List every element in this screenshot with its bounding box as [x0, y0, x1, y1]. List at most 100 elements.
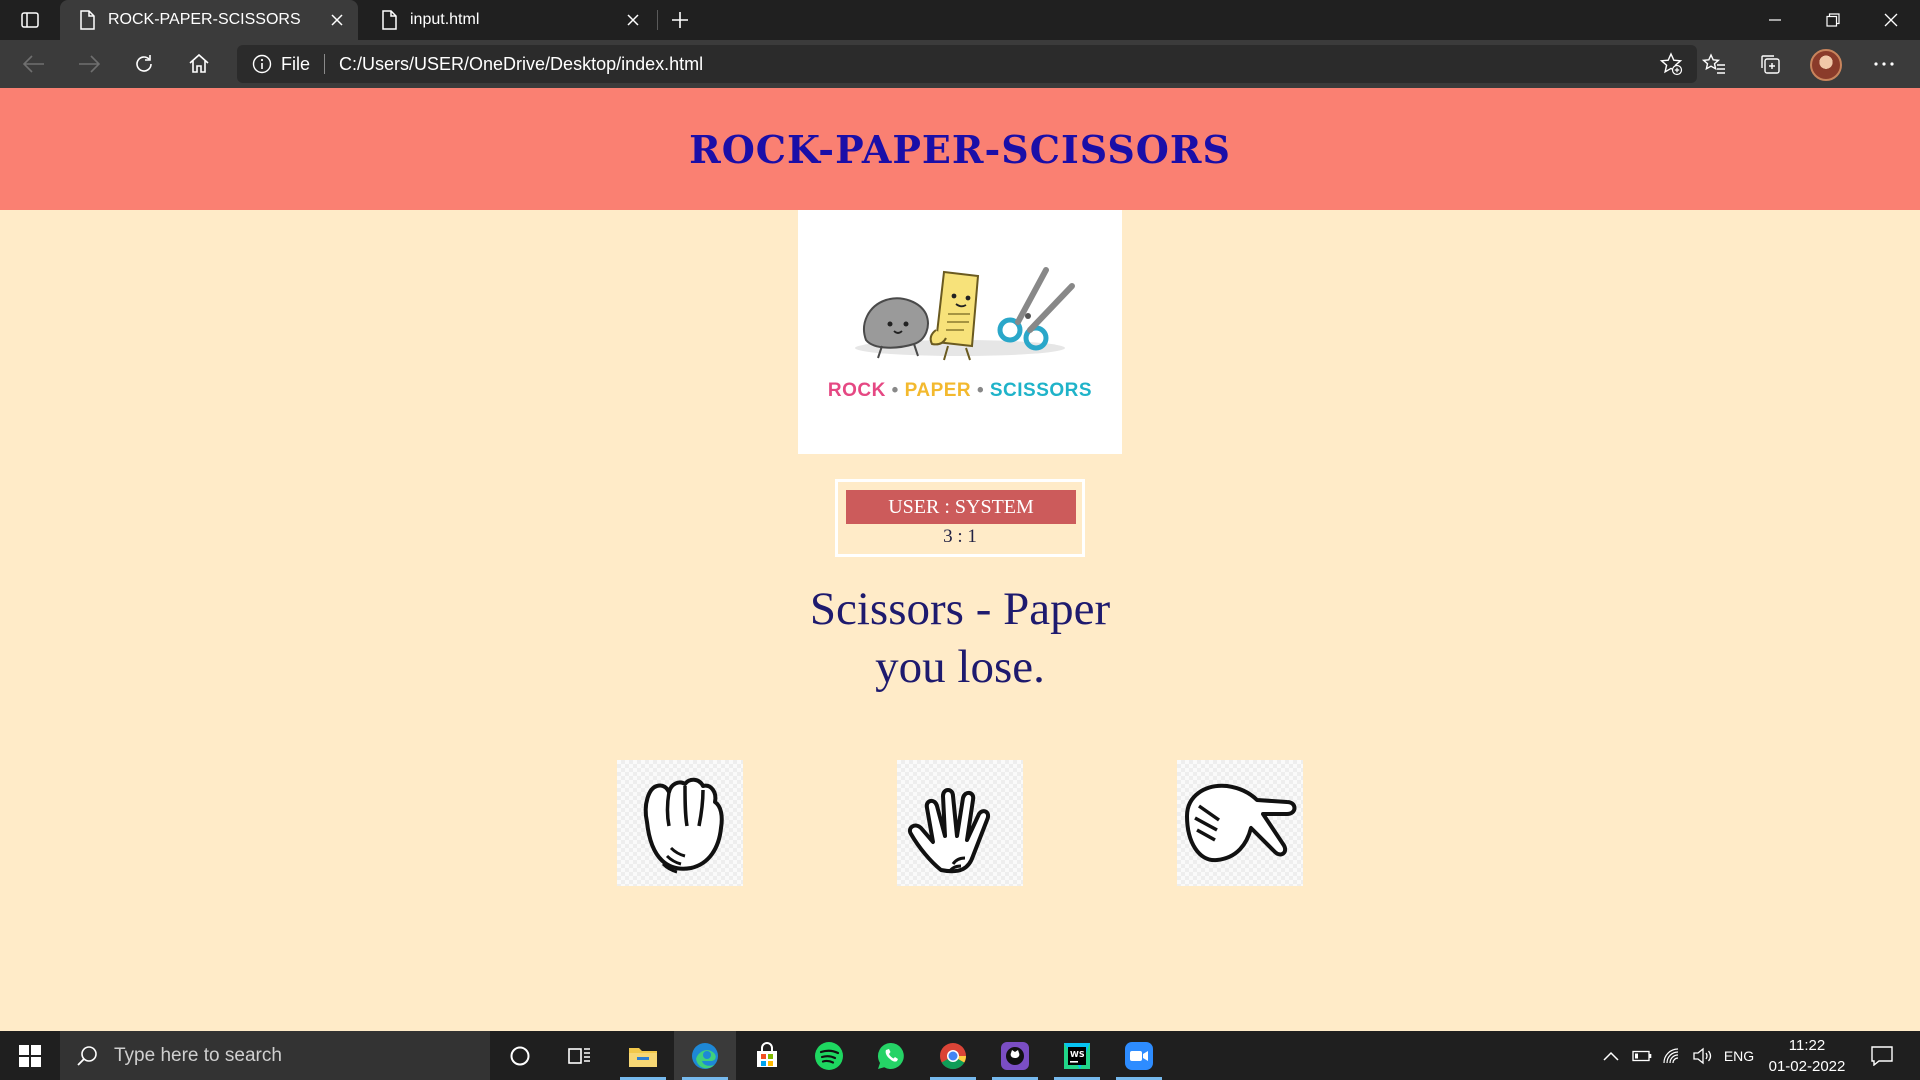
close-tab-button[interactable]: [618, 5, 648, 35]
speaker-icon: [1693, 1047, 1712, 1064]
rock-hand-icon: [643, 777, 724, 874]
webstorm-button[interactable]: WS: [1046, 1031, 1108, 1080]
file-explorer-button[interactable]: [612, 1031, 674, 1080]
webstorm-icon: WS: [1064, 1042, 1090, 1069]
favorites-button[interactable]: [1696, 48, 1732, 80]
close-icon: [331, 14, 343, 26]
windows-taskbar: Type here to search WS ENG 11:22 01-02-2…: [0, 1031, 1920, 1080]
cortana-button[interactable]: [489, 1031, 551, 1080]
new-tab-button[interactable]: [664, 4, 696, 36]
github-desktop-button[interactable]: [984, 1031, 1046, 1080]
result-outcome: you lose.: [875, 641, 1045, 693]
logo-separator: •: [891, 380, 899, 401]
whatsapp-button[interactable]: [860, 1031, 922, 1080]
microsoft-store-button[interactable]: [736, 1031, 798, 1080]
whatsapp-icon: [877, 1042, 904, 1069]
collections-icon: [1761, 55, 1780, 74]
restore-button[interactable]: [1804, 0, 1862, 40]
address-bar[interactable]: File C:/Users/USER/OneDrive/Desktop/inde…: [237, 45, 1697, 83]
clock-date: 01-02-2022: [1768, 1057, 1846, 1075]
store-icon: [757, 1041, 777, 1067]
score-label: USER : SYSTEM: [846, 490, 1076, 524]
show-hidden-icons-button[interactable]: [1598, 1031, 1624, 1080]
task-view-button[interactable]: [549, 1031, 611, 1080]
profile-avatar[interactable]: [1810, 49, 1842, 81]
tab-rock-paper-scissors[interactable]: ROCK-PAPER-SCISSORS: [60, 0, 358, 40]
address-divider: [324, 54, 326, 74]
restore-icon: [1826, 13, 1840, 27]
edge-icon: [692, 1042, 718, 1069]
tab-title: ROCK-PAPER-SCISSORS: [108, 11, 301, 28]
paper-choice-button[interactable]: [897, 760, 1023, 886]
notifications-button[interactable]: [1862, 1031, 1902, 1080]
score-board: USER : SYSTEM 3 : 1: [835, 479, 1085, 557]
star-add-icon: [1659, 52, 1683, 76]
close-window-button[interactable]: [1862, 0, 1920, 40]
document-icon: [76, 9, 98, 31]
rock-choice-button[interactable]: [617, 760, 743, 886]
logo-separator: •: [976, 380, 985, 401]
taskbar-clock[interactable]: 11:22 01-02-2022: [1760, 1031, 1854, 1080]
file-explorer-icon: [629, 1047, 657, 1067]
arrow-left-icon: [23, 55, 44, 73]
page-title: ROCK-PAPER-SCISSORS: [689, 126, 1231, 172]
forward-button[interactable]: [71, 48, 107, 80]
chrome-icon: [940, 1042, 967, 1069]
page-viewport: ROCK-PAPER-SCISSORS ROCK • PAPER • SCISS…: [0, 88, 1920, 1031]
volume-button[interactable]: [1688, 1031, 1716, 1080]
taskbar-search-box[interactable]: Type here to search: [60, 1031, 490, 1080]
tab-strip: ROCK-PAPER-SCISSORS input.html: [0, 0, 1920, 40]
network-button[interactable]: [1658, 1031, 1686, 1080]
add-favorite-button[interactable]: [1655, 48, 1687, 80]
battery-button[interactable]: [1628, 1031, 1656, 1080]
tab-input-html[interactable]: input.html: [362, 0, 654, 40]
zoom-button[interactable]: [1108, 1031, 1170, 1080]
home-button[interactable]: [181, 48, 217, 80]
score-value: 3 : 1: [943, 526, 977, 547]
url-scheme-label: File: [281, 53, 311, 74]
minimize-button[interactable]: [1746, 0, 1804, 40]
tab-title: input.html: [410, 11, 480, 28]
close-tab-button[interactable]: [322, 5, 352, 35]
start-button[interactable]: [0, 1031, 60, 1080]
url-text[interactable]: C:/Users/USER/OneDrive/Desktop/index.htm…: [339, 54, 703, 75]
battery-icon: [1632, 1050, 1652, 1061]
close-icon: [1884, 13, 1898, 27]
logo-word-rock: ROCK: [827, 380, 886, 401]
home-icon: [189, 53, 209, 73]
tab-actions-button[interactable]: [10, 4, 50, 36]
arrow-right-icon: [79, 55, 100, 73]
search-placeholder: Type here to search: [114, 1044, 282, 1066]
refresh-button[interactable]: [126, 48, 162, 80]
scissors-hand-icon: [1185, 783, 1297, 863]
paper-hand-icon: [908, 788, 990, 874]
clock-time: 11:22: [1788, 1036, 1826, 1054]
wifi-icon: [1663, 1047, 1679, 1063]
result-moves: Scissors - Paper: [809, 583, 1111, 635]
tab-separator: [657, 10, 658, 30]
minimize-icon: [1769, 19, 1781, 21]
collections-button[interactable]: [1752, 48, 1788, 80]
scissors-choice-button[interactable]: [1177, 760, 1303, 886]
plus-icon: [672, 12, 688, 28]
svg-text:WS: WS: [1070, 1050, 1085, 1059]
search-icon: [74, 1043, 100, 1069]
notification-icon: [1871, 1045, 1893, 1066]
back-button[interactable]: [16, 48, 52, 80]
game-logo: ROCK • PAPER • SCISSORS: [798, 210, 1122, 454]
language-indicator[interactable]: ENG: [1720, 1031, 1758, 1080]
refresh-icon: [136, 55, 152, 72]
edge-button[interactable]: [674, 1031, 736, 1080]
logo-word-paper: PAPER: [904, 380, 972, 401]
settings-more-button[interactable]: [1866, 48, 1902, 80]
cortana-icon: [510, 1046, 530, 1065]
chrome-button[interactable]: [922, 1031, 984, 1080]
info-icon[interactable]: [251, 53, 273, 75]
more-icon: [1874, 62, 1894, 66]
task-view-icon: [568, 1047, 590, 1064]
zoom-icon: [1125, 1041, 1153, 1070]
favorites-icon: [1702, 53, 1725, 74]
spotify-button[interactable]: [798, 1031, 860, 1080]
tab-actions-icon: [21, 12, 39, 28]
logo-word-scissors: SCISSORS: [989, 380, 1093, 401]
